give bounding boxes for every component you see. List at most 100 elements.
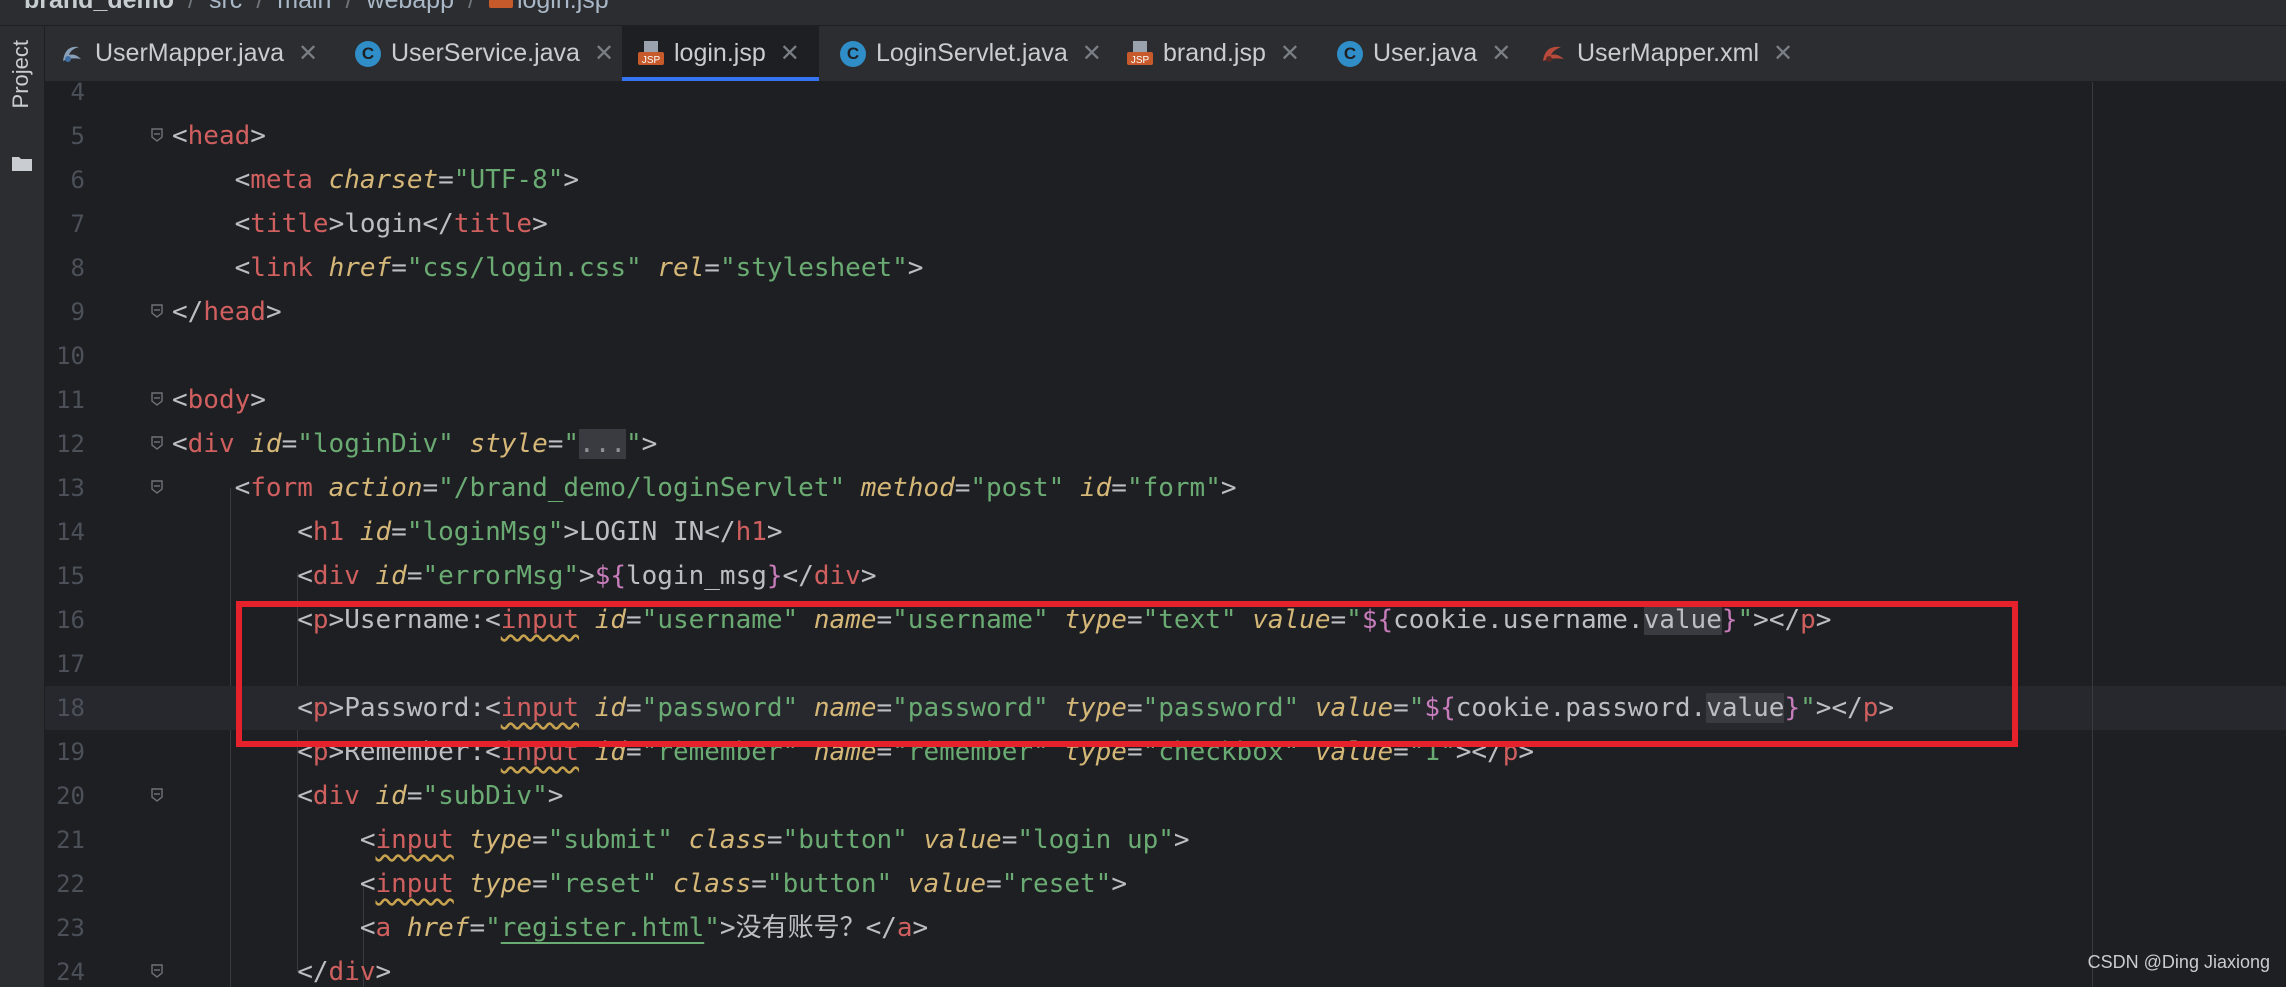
code-line[interactable]: 20 <div id="subDiv"> <box>45 774 2286 818</box>
line-number[interactable]: 5 <box>45 114 85 158</box>
tab-usermapper-xml[interactable]: UserMapper.xml ✕ <box>1539 26 1839 81</box>
right-margin-guide <box>2092 82 2093 987</box>
code-text[interactable]: <head> <box>172 114 266 158</box>
code-text[interactable]: <div id="subDiv"> <box>172 774 563 818</box>
svg-text:JSP: JSP <box>642 55 661 66</box>
line-number[interactable]: 15 <box>45 554 85 598</box>
tab-login-jsp[interactable]: JSP login.jsp ✕ <box>622 26 819 81</box>
code-line[interactable]: 15 <div id="errorMsg">${login_msg}</div> <box>45 554 2286 598</box>
line-number[interactable]: 6 <box>45 158 85 202</box>
tab-label: UserMapper.xml <box>1577 39 1759 67</box>
tab-loginservlet-java[interactable]: C LoginServlet.java ✕ <box>838 26 1158 81</box>
code-text[interactable]: <a href="register.html">没有账号？</a> <box>172 906 928 950</box>
fold-icon[interactable] <box>151 788 163 802</box>
line-number[interactable]: 22 <box>45 862 85 906</box>
code-text[interactable]: </div> <box>172 950 391 987</box>
line-number[interactable]: 23 <box>45 906 85 950</box>
code-text[interactable]: <div id="loginDiv" style="..."> <box>172 422 657 466</box>
line-number[interactable]: 9 <box>45 290 85 334</box>
line-number[interactable]: 11 <box>45 378 85 422</box>
breadcrumb-separator: / <box>256 0 264 14</box>
close-icon[interactable]: ✕ <box>1082 39 1102 68</box>
close-icon[interactable]: ✕ <box>1280 39 1300 68</box>
fold-icon[interactable] <box>151 480 163 494</box>
code-text[interactable]: <div id="errorMsg">${login_msg}</div> <box>172 554 876 598</box>
line-number[interactable]: 18 <box>45 686 85 730</box>
code-text[interactable]: </head> <box>172 290 282 334</box>
fold-icon[interactable] <box>151 392 163 406</box>
line-number[interactable]: 10 <box>45 334 85 378</box>
folder-icon[interactable] <box>11 154 33 172</box>
close-icon[interactable]: ✕ <box>780 39 800 68</box>
code-text[interactable]: <link href="css/login.css" rel="styleshe… <box>172 246 924 290</box>
code-text[interactable]: <body> <box>172 378 266 422</box>
breadcrumb-item[interactable]: brand_demo <box>24 0 174 14</box>
code-line[interactable]: 6 <meta charset="UTF-8"> <box>45 158 2286 202</box>
line-number[interactable]: 12 <box>45 422 85 466</box>
close-icon[interactable]: ✕ <box>1491 39 1511 68</box>
breadcrumb-item[interactable]: main <box>277 0 331 14</box>
jsp-file-icon <box>488 0 513 8</box>
fold-icon[interactable] <box>151 128 163 142</box>
fold-icon[interactable] <box>151 436 163 450</box>
tab-label: brand.jsp <box>1163 39 1266 67</box>
jsp-file-icon: JSP <box>636 40 666 68</box>
code-line[interactable]: 23 <a href="register.html">没有账号？</a> <box>45 906 2286 950</box>
code-line[interactable]: 22 <input type="reset" class="button" va… <box>45 862 2286 906</box>
tab-label: User.java <box>1373 39 1478 67</box>
tab-label: login.jsp <box>674 39 766 67</box>
line-number[interactable]: 17 <box>45 642 85 686</box>
line-number[interactable]: 7 <box>45 202 85 246</box>
tab-user-java[interactable]: C User.java ✕ <box>1335 26 1535 81</box>
code-line[interactable]: 12 <div id="loginDiv" style="..."> <box>45 422 2286 466</box>
line-number[interactable]: 13 <box>45 466 85 510</box>
code-line[interactable]: 11 <body> <box>45 378 2286 422</box>
line-number[interactable]: 20 <box>45 774 85 818</box>
breadcrumb-item[interactable]: webapp <box>366 0 454 14</box>
close-icon[interactable]: ✕ <box>1773 39 1793 68</box>
code-editor[interactable]: 4 5 <head> 6 <meta charset="UTF-8"> 7 <title… <box>45 82 2286 987</box>
code-text[interactable]: <form action="/brand_demo/loginServlet" … <box>172 466 1237 510</box>
project-tool-button[interactable]: Project <box>8 40 34 108</box>
line-number[interactable]: 19 <box>45 730 85 774</box>
mybatis-mapper-icon <box>57 40 87 68</box>
code-line[interactable]: 24 </div> <box>45 950 2286 987</box>
fold-icon[interactable] <box>151 964 163 978</box>
svg-text:JSP: JSP <box>1131 55 1150 66</box>
close-icon[interactable]: ✕ <box>594 39 614 68</box>
close-icon[interactable]: ✕ <box>298 39 318 68</box>
code-line[interactable]: 7 <title>login</title> <box>45 202 2286 246</box>
breadcrumb-item[interactable]: login.jsp <box>517 0 609 14</box>
breadcrumb-separator: / <box>345 0 353 14</box>
code-text[interactable]: <h1 id="loginMsg">LOGIN IN</h1> <box>172 510 782 554</box>
line-number[interactable]: 16 <box>45 598 85 642</box>
code-line[interactable]: 10 <box>45 334 2286 378</box>
line-number[interactable]: 24 <box>45 950 85 987</box>
tab-label: UserService.java <box>391 39 580 67</box>
line-number[interactable]: 4 <box>45 82 85 114</box>
code-text[interactable]: <title>login</title> <box>172 202 548 246</box>
code-text[interactable]: <input type="reset" class="button" value… <box>172 862 1127 906</box>
code-line[interactable]: 5 <head> <box>45 114 2286 158</box>
class-icon: C <box>838 40 868 68</box>
tab-userservice-java[interactable]: C UserService.java ✕ <box>353 26 661 81</box>
breadcrumb-item[interactable]: src <box>209 0 242 14</box>
mybatis-xml-icon <box>1539 40 1569 68</box>
tab-label: LoginServlet.java <box>876 39 1068 67</box>
code-line[interactable]: 9 </head> <box>45 290 2286 334</box>
tab-usermapper-java[interactable]: UserMapper.java ✕ <box>57 26 341 81</box>
line-number[interactable]: 21 <box>45 818 85 862</box>
active-tab-indicator <box>622 77 819 81</box>
code-line[interactable]: 21 <input type="submit" class="button" v… <box>45 818 2286 862</box>
code-text[interactable]: <meta charset="UTF-8"> <box>172 158 579 202</box>
fold-icon[interactable] <box>151 304 163 318</box>
code-line[interactable]: 14 <h1 id="loginMsg">LOGIN IN</h1> <box>45 510 2286 554</box>
code-line[interactable]: 13 <form action="/brand_demo/loginServle… <box>45 466 2286 510</box>
line-number[interactable]: 8 <box>45 246 85 290</box>
line-number[interactable]: 14 <box>45 510 85 554</box>
code-line[interactable]: 8 <link href="css/login.css" rel="styles… <box>45 246 2286 290</box>
code-text[interactable]: <input type="submit" class="button" valu… <box>172 818 1190 862</box>
tab-brand-jsp[interactable]: JSP brand.jsp ✕ <box>1125 26 1345 81</box>
code-line[interactable]: 4 <box>45 82 2286 114</box>
jsp-file-icon: JSP <box>1125 40 1155 68</box>
